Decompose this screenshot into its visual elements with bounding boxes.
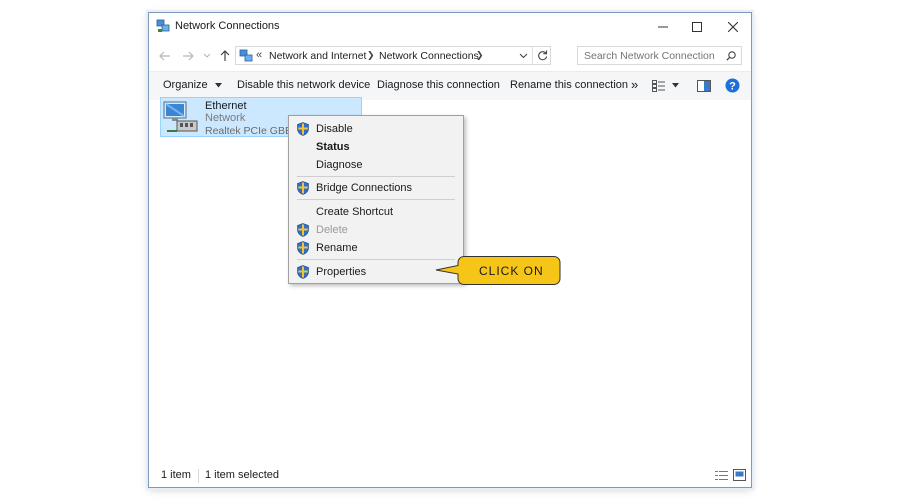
minimize-button[interactable] (645, 13, 681, 41)
recent-locations-button[interactable] (199, 48, 215, 64)
network-connections-icon (156, 19, 170, 32)
menu-item-delete: Delete (289, 221, 463, 239)
large-icons-view-icon[interactable] (733, 469, 746, 481)
uac-shield-icon (297, 122, 309, 136)
menu-separator (297, 259, 455, 260)
change-view-icon[interactable] (652, 80, 666, 92)
close-icon (728, 22, 738, 32)
menu-item-create-shortcut[interactable]: Create Shortcut (289, 203, 463, 221)
search-icon[interactable] (726, 51, 736, 61)
forward-button[interactable] (180, 48, 196, 64)
menu-label: Disable (316, 123, 353, 135)
menu-label: Create Shortcut (316, 206, 394, 218)
menu-separator (297, 176, 455, 177)
uac-shield-icon (297, 223, 309, 237)
title-bar: Network Connections (149, 13, 751, 41)
back-arrow-icon (159, 51, 170, 61)
menu-label: Diagnose (316, 159, 363, 171)
close-button[interactable] (715, 13, 751, 41)
divider (532, 47, 533, 64)
chevron-down-icon[interactable] (519, 53, 528, 59)
breadcrumb-network-connections[interactable]: Network Connections (379, 50, 479, 62)
forward-arrow-icon (183, 51, 194, 61)
more-commands-button[interactable]: » (631, 77, 638, 92)
breadcrumb-overflow[interactable]: « (256, 49, 262, 61)
view-dropdown-arrow-icon[interactable] (672, 83, 679, 88)
menu-label: Bridge Connections (316, 182, 413, 194)
address-bar[interactable]: « Network and Internet ❯ Network Connect… (235, 46, 551, 65)
menu-label: Rename (316, 242, 358, 254)
menu-label: Delete (316, 224, 348, 236)
svg-text:?: ? (729, 81, 736, 93)
menu-separator (297, 199, 455, 200)
maximize-button[interactable] (679, 13, 715, 41)
uac-shield-icon (297, 265, 309, 279)
organize-label: Organize (163, 79, 208, 91)
uac-shield-icon (297, 181, 309, 195)
menu-item-diagnose[interactable]: Diagnose (289, 156, 463, 174)
details-view-icon[interactable] (715, 470, 728, 481)
item-count: 1 item (161, 469, 191, 481)
callout-text: CLICK ON (479, 264, 544, 278)
menu-item-status[interactable]: Status (289, 138, 463, 156)
menu-label: Status (316, 141, 350, 153)
breadcrumb-separator[interactable]: ❯ (367, 50, 375, 61)
window-title: Network Connections (175, 20, 280, 32)
up-button[interactable] (217, 48, 233, 64)
divider (198, 469, 199, 483)
selection-count: 1 item selected (205, 469, 279, 481)
maximize-icon (692, 22, 702, 32)
network-folder-icon (239, 49, 253, 62)
breadcrumb-network-and-internet[interactable]: Network and Internet (269, 50, 366, 62)
refresh-icon[interactable] (537, 50, 548, 61)
menu-item-bridge-connections[interactable]: Bridge Connections (289, 179, 463, 197)
dropdown-arrow-icon (214, 82, 222, 88)
minimize-icon (658, 26, 668, 28)
search-input[interactable] (584, 49, 714, 62)
rename-connection-button[interactable]: Rename this connection (510, 79, 628, 91)
connection-status: Network (205, 112, 246, 124)
menu-label: Properties (316, 266, 367, 278)
breadcrumb-separator[interactable]: ❯ (476, 50, 484, 61)
back-button[interactable] (157, 48, 173, 64)
status-bar: 1 item 1 item selected (149, 465, 751, 487)
organize-button[interactable]: Organize (163, 79, 222, 91)
up-arrow-icon (220, 50, 230, 61)
menu-item-disable[interactable]: Disable (289, 120, 463, 138)
connection-name: Ethernet (205, 100, 247, 112)
help-icon[interactable]: ? (725, 78, 740, 93)
uac-shield-icon (297, 241, 309, 255)
ethernet-adapter-icon (163, 101, 198, 132)
click-on-callout: CLICK ON (434, 255, 562, 286)
diagnose-connection-button[interactable]: Diagnose this connection (377, 79, 500, 91)
address-row: « Network and Internet ❯ Network Connect… (149, 43, 751, 71)
disable-device-button[interactable]: Disable this network device (237, 79, 370, 91)
search-box[interactable] (577, 46, 742, 65)
chevron-down-icon (203, 53, 211, 58)
preview-pane-icon[interactable] (697, 80, 711, 92)
